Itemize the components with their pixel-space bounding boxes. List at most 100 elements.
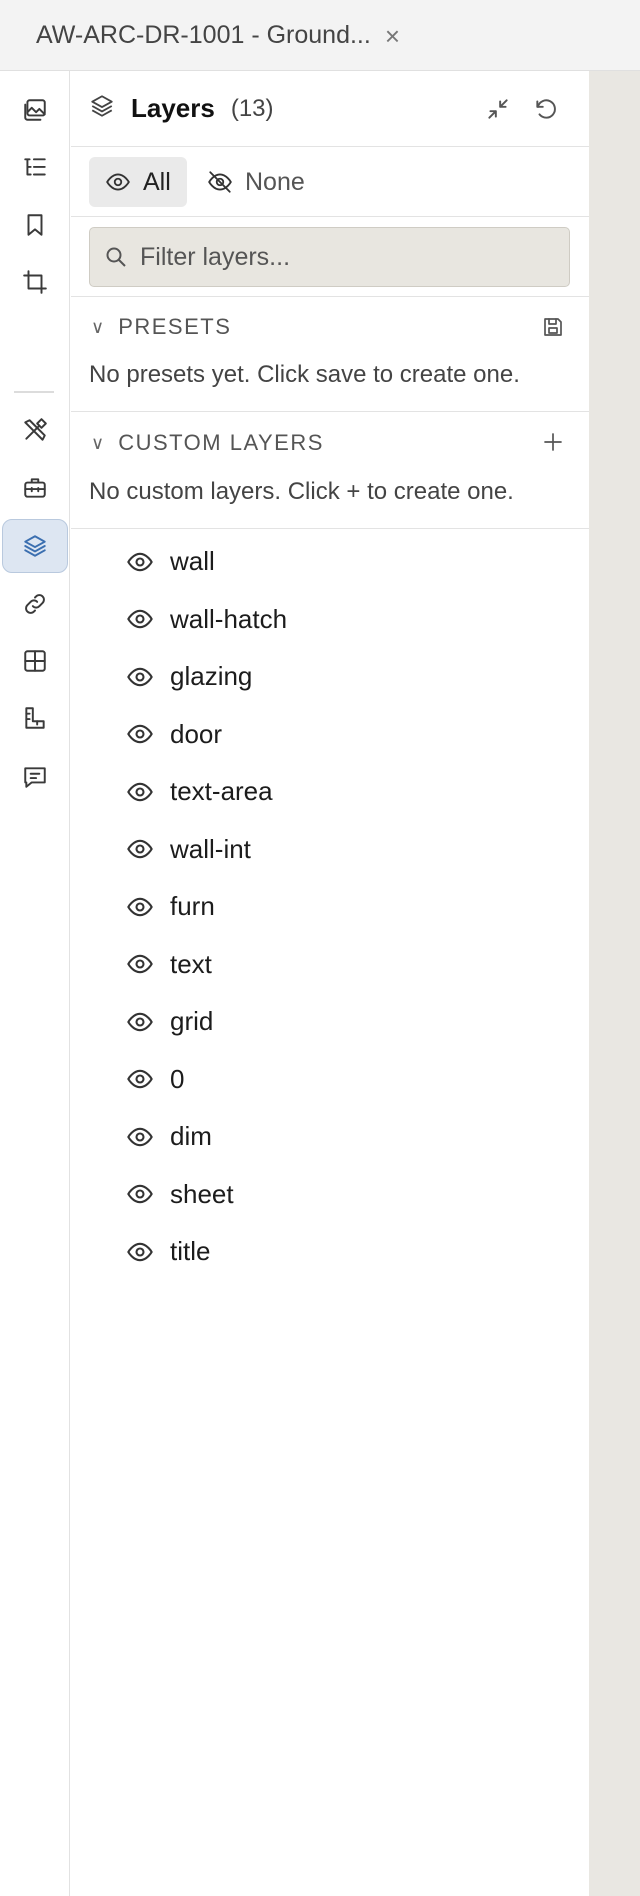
list-item[interactable]: text-area <box>71 763 589 821</box>
save-preset-button[interactable] <box>539 313 567 341</box>
sidebar-item-outline[interactable] <box>2 141 68 195</box>
tab-bar: AW-ARC-DR-1001 - Ground... × <box>0 0 640 71</box>
panel-title: Layers <box>131 93 215 123</box>
sidebar-item-tools[interactable] <box>2 403 68 457</box>
list-item[interactable]: sheet <box>71 1166 589 1224</box>
layer-list: wall wall-hatch glazing door text-area w… <box>71 529 589 1281</box>
visibility-toggle-row: All None <box>71 147 589 217</box>
reset-icon <box>536 99 556 119</box>
presets-title: PRESETS <box>118 314 232 339</box>
eye-icon[interactable] <box>126 1180 154 1208</box>
images-icon <box>24 99 46 121</box>
list-item[interactable]: wall-int <box>71 821 589 879</box>
layer-name: glazing <box>170 661 253 692</box>
close-icon[interactable]: × <box>385 23 400 49</box>
list-item[interactable]: title <box>71 1223 589 1281</box>
custom-layers-empty-text: No custom layers. Click + to create one. <box>89 478 514 505</box>
layers-icon <box>24 535 46 557</box>
list-item[interactable]: text <box>71 936 589 994</box>
eye-icon[interactable] <box>126 950 154 978</box>
eye-icon[interactable] <box>126 1238 154 1266</box>
presets-empty-text: No presets yet. Click save to create one… <box>89 361 520 388</box>
sidebar-item-measure[interactable] <box>2 691 68 745</box>
document-tab[interactable]: AW-ARC-DR-1001 - Ground... × <box>0 0 420 71</box>
layers-icon <box>89 93 115 124</box>
save-icon <box>544 318 562 336</box>
tools-icon <box>24 418 47 441</box>
search-icon <box>106 247 126 267</box>
layer-name: wall-hatch <box>170 603 288 634</box>
show-none-label: None <box>245 167 305 196</box>
sidebar-item-layers[interactable] <box>2 519 68 573</box>
eye-icon[interactable] <box>126 893 154 921</box>
list-item[interactable]: wall <box>71 533 589 591</box>
rail-divider <box>14 391 54 393</box>
show-all-label: All <box>143 167 171 196</box>
list-item[interactable]: glazing <box>71 648 589 706</box>
sidebar-item-crop[interactable] <box>2 255 68 309</box>
layer-name: text-area <box>170 776 273 807</box>
panel-header: Layers (13) <box>71 71 589 147</box>
collapse-button[interactable] <box>482 93 514 125</box>
eye-off-icon <box>208 171 232 193</box>
layer-name: door <box>170 718 223 749</box>
toolbox-icon <box>24 478 46 498</box>
sidebar-item-bookmarks[interactable] <box>2 198 68 252</box>
outline-list-icon <box>24 158 46 176</box>
sidebar-item-toolbox[interactable] <box>2 461 68 515</box>
layer-name: text <box>170 948 212 979</box>
eye-icon[interactable] <box>126 605 154 633</box>
crop-icon <box>23 270 47 294</box>
list-item[interactable]: furn <box>71 878 589 936</box>
eye-icon[interactable] <box>126 548 154 576</box>
canvas-area[interactable] <box>589 71 640 1896</box>
eye-icon[interactable] <box>126 1008 154 1036</box>
chevron-down-icon: ∨ <box>91 432 105 453</box>
eye-icon[interactable] <box>126 778 154 806</box>
layer-name: wall-int <box>170 833 251 864</box>
layer-name: grid <box>170 1006 214 1037</box>
show-all-button[interactable]: All <box>89 157 187 207</box>
bookmark-icon <box>27 214 43 236</box>
eye-icon[interactable] <box>126 1123 154 1151</box>
list-item[interactable]: grid <box>71 993 589 1051</box>
eye-icon[interactable] <box>126 1065 154 1093</box>
eye-icon[interactable] <box>126 835 154 863</box>
presets-section: ∨ PRESETS No presets yet. Click save to … <box>71 297 589 412</box>
presets-header[interactable]: ∨ PRESETS <box>71 297 589 357</box>
filter-box <box>89 227 570 287</box>
link-icon <box>25 594 45 614</box>
custom-layers-header[interactable]: ∨ CUSTOM LAYERS <box>71 412 589 474</box>
show-none-button[interactable]: None <box>191 157 321 207</box>
plus-icon <box>544 433 562 451</box>
sidebar-item-links[interactable] <box>2 577 68 631</box>
reset-button[interactable] <box>530 93 562 125</box>
custom-layers-section: ∨ CUSTOM LAYERS No custom layers. Click … <box>71 412 589 529</box>
layer-name: dim <box>170 1121 212 1152</box>
layer-name: sheet <box>170 1178 234 1209</box>
sidebar-item-images[interactable] <box>2 83 68 137</box>
filter-input[interactable] <box>140 242 560 272</box>
comment-icon <box>24 767 46 788</box>
list-item[interactable]: door <box>71 706 589 764</box>
eye-icon[interactable] <box>126 663 154 691</box>
grid-icon <box>24 650 46 672</box>
filter-row <box>71 217 589 297</box>
eye-icon[interactable] <box>126 720 154 748</box>
layer-count: (13) <box>230 94 274 122</box>
list-item[interactable]: wall-hatch <box>71 591 589 649</box>
chevron-down-icon: ∨ <box>91 316 105 337</box>
sidebar-item-grid[interactable] <box>2 634 68 688</box>
measure-icon <box>25 707 45 729</box>
layer-name: wall <box>170 546 215 577</box>
add-custom-layer-button[interactable] <box>539 428 567 456</box>
list-item[interactable]: dim <box>71 1108 589 1166</box>
sidebar-rail <box>0 71 70 1896</box>
sidebar-item-comments[interactable] <box>2 750 68 804</box>
layers-panel: Layers (13) All None ∨ PRESETS <box>71 71 589 1896</box>
minimize-arrows-icon <box>488 99 508 119</box>
list-item[interactable]: 0 <box>71 1051 589 1109</box>
custom-layers-title: CUSTOM LAYERS <box>118 430 324 455</box>
layer-name: 0 <box>170 1063 185 1094</box>
layer-name: title <box>170 1236 211 1267</box>
